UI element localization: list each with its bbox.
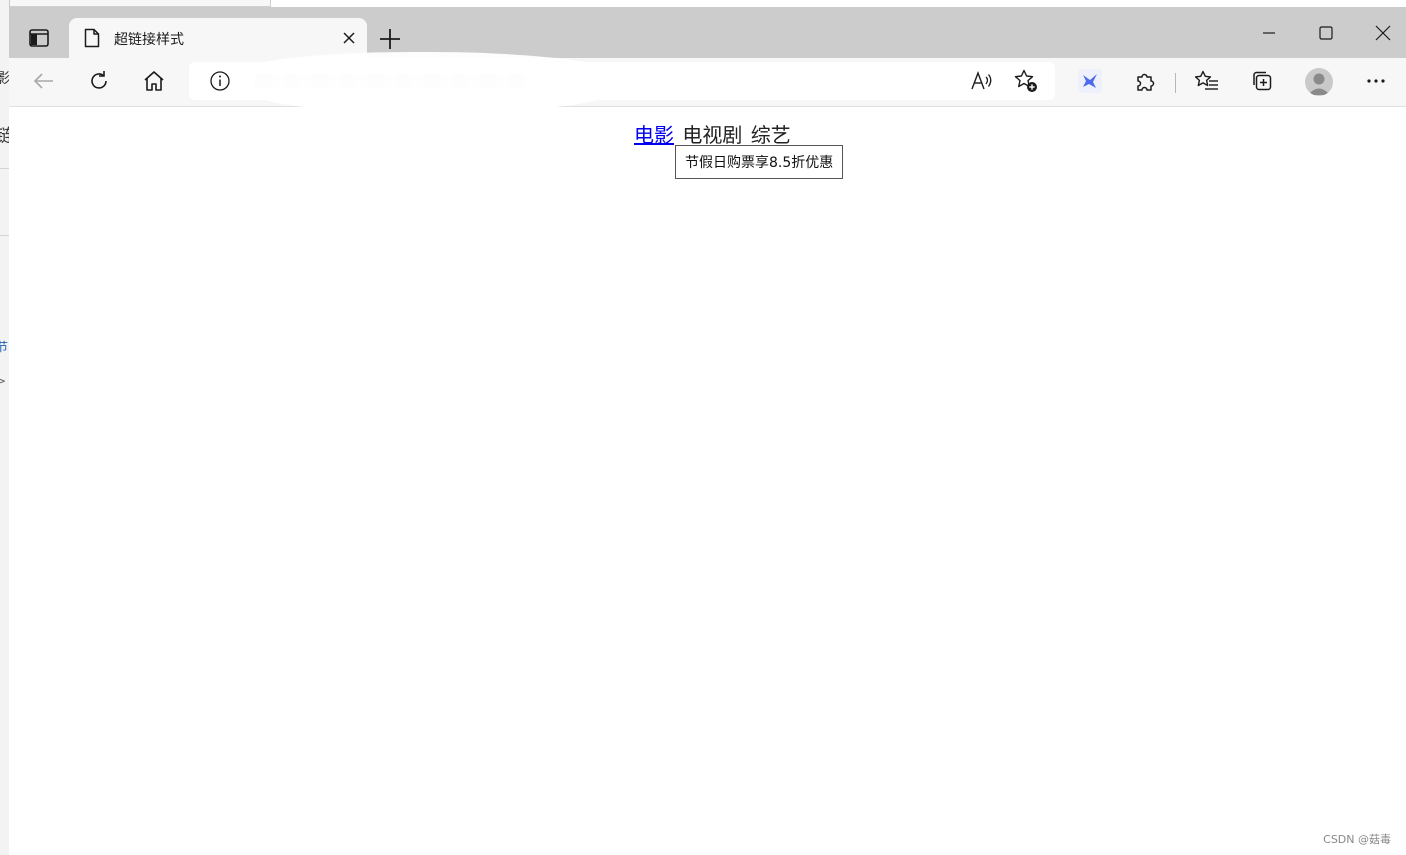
- more-icon[interactable]: [1363, 68, 1389, 94]
- minimize-icon[interactable]: [1258, 22, 1280, 44]
- close-window-icon[interactable]: [1372, 22, 1394, 44]
- watermark: CSDN @菇毒: [1323, 833, 1391, 846]
- nav-links: 电影 电视剧 综艺: [634, 119, 791, 148]
- background-divider: [0, 235, 9, 236]
- refresh-icon[interactable]: [86, 68, 112, 94]
- browser-window: 超链接样式 电影 电视剧 综艺 节假日购票享8.5折优惠: [9, 7, 1406, 855]
- link-tooltip: 节假日购票享8.5折优惠: [675, 145, 844, 179]
- info-icon[interactable]: [207, 68, 233, 94]
- bird-extension-icon[interactable]: [1077, 68, 1103, 94]
- redaction-smudge: [240, 52, 635, 112]
- tab-bar: 超链接样式: [9, 7, 1406, 58]
- home-icon[interactable]: [141, 68, 167, 94]
- maximize-icon[interactable]: [1315, 22, 1337, 44]
- navigation-toolbar: [9, 58, 1406, 107]
- plus-icon[interactable]: [377, 26, 403, 52]
- document-icon: [84, 28, 100, 48]
- background-window-edge: [0, 0, 271, 7]
- read-aloud-icon[interactable]: [969, 68, 995, 94]
- tab-actions-icon[interactable]: [21, 20, 57, 56]
- page-content: 电影 电视剧 综艺 节假日购票享8.5折优惠: [9, 107, 1406, 855]
- toolbar-divider: [1175, 73, 1176, 93]
- favorites-icon[interactable]: [1194, 68, 1220, 94]
- star-plus-icon[interactable]: [1013, 68, 1039, 94]
- close-icon[interactable]: [341, 30, 357, 46]
- background-text-fragment: 节: [0, 338, 8, 355]
- puzzle-icon[interactable]: [1133, 68, 1159, 94]
- nav-item-variety[interactable]: 综艺: [751, 123, 791, 147]
- tab-title: 超链接样式: [114, 32, 184, 48]
- nav-link-movie[interactable]: 电影: [634, 123, 674, 147]
- background-divider: [0, 168, 9, 169]
- background-text-fragment: >: [0, 374, 6, 388]
- back-arrow-icon[interactable]: [31, 68, 57, 94]
- tab-active[interactable]: 超链接样式: [69, 18, 367, 58]
- collections-icon[interactable]: [1249, 68, 1275, 94]
- nav-item-tv[interactable]: 电视剧: [682, 123, 742, 147]
- profile-avatar-icon[interactable]: [1305, 68, 1333, 96]
